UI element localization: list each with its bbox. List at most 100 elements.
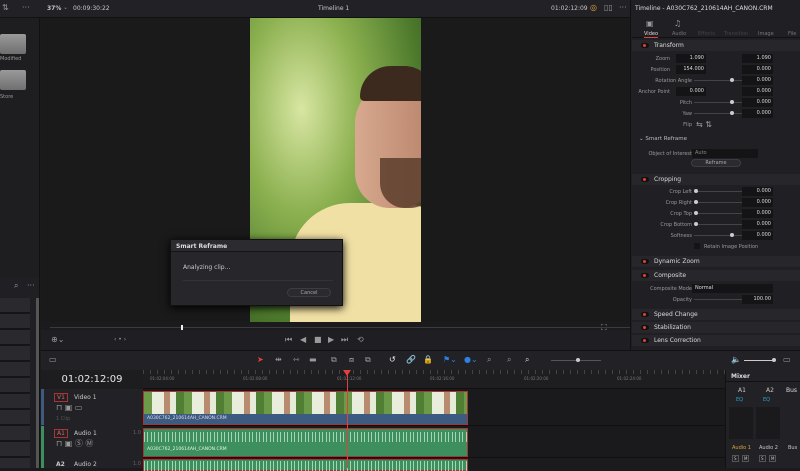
section-speed-change[interactable]: Speed Change: [632, 309, 800, 320]
lock-icon[interactable]: ⊓ ▣ ▭: [56, 403, 82, 413]
zoom-detail-icon[interactable]: ⌕: [507, 355, 511, 365]
transport-bar: ⊕⌄ ‹ • › ⏮ ◀ ■ ▶ ⏭ ⟲ ⛶: [41, 323, 630, 350]
section-stabilization[interactable]: Stabilization: [632, 322, 800, 333]
dynamic-trim-icon[interactable]: ⇿: [293, 355, 300, 365]
track-headers: V1 Video 1 ⊓ ▣ ▭ 1 Clip A1 Audio 1 1.0 ⊓…: [41, 389, 143, 468]
volume-slider[interactable]: [744, 358, 776, 362]
marker-icon[interactable]: ●⌄: [464, 355, 478, 365]
audio-clip[interactable]: [143, 459, 468, 471]
retain-checkbox[interactable]: [694, 243, 700, 249]
scrollbar[interactable]: [36, 298, 39, 468]
eq-button[interactable]: EQ: [736, 397, 743, 403]
track-name[interactable]: Audio 2: [74, 461, 97, 468]
insert-clip-icon[interactable]: ⧉: [331, 355, 337, 365]
more-icon[interactable]: ···: [619, 3, 627, 13]
inspector-tabs: Video Audio Effects Transition Image Fil…: [632, 18, 800, 38]
link-icon[interactable]: 🔗: [406, 355, 416, 365]
loop-icon[interactable]: ⟲: [357, 335, 364, 345]
reframe-button[interactable]: Reframe: [691, 159, 741, 167]
meter-icon[interactable]: ▭: [783, 355, 791, 365]
trim-tool-icon[interactable]: ⇹: [275, 355, 282, 365]
overwrite-clip-icon[interactable]: ⧈: [349, 355, 354, 365]
mute-icon[interactable]: 🔈: [731, 355, 741, 365]
ruler-tick: 01:02:24:00: [617, 376, 642, 381]
flip-icons[interactable]: ⇆ ⇅: [696, 120, 712, 130]
object-dropdown[interactable]: Auto: [692, 149, 758, 158]
track-id[interactable]: A1: [54, 429, 68, 438]
skip-start-icon[interactable]: ⏮: [285, 335, 292, 345]
retain-row[interactable]: Retain Image Position: [632, 242, 800, 252]
solo-button[interactable]: S: [759, 455, 766, 462]
solo-button[interactable]: S: [732, 455, 739, 462]
target-icon[interactable]: ⊕⌄: [51, 335, 64, 345]
audio-icon[interactable]: ♫: [674, 19, 681, 29]
sort-icon[interactable]: ⇅: [2, 3, 9, 13]
zoom-row: Zoom 1.090 1.090: [655, 54, 773, 63]
more-icon[interactable]: ···: [27, 281, 35, 291]
pan-control[interactable]: [756, 407, 780, 439]
timeline-name[interactable]: Timeline 1: [318, 5, 349, 12]
play-reverse-icon[interactable]: ◀: [300, 335, 306, 345]
mute-button[interactable]: M: [742, 455, 750, 462]
skip-end-icon[interactable]: ⏭: [341, 335, 348, 345]
play-icon[interactable]: ▶: [328, 335, 334, 345]
section-lens-correction[interactable]: Lens Correction: [632, 335, 800, 346]
smart-reframe-dialog: Smart Reframe Analyzing clip... Cancel: [170, 239, 343, 306]
select-tool-icon[interactable]: ➤: [257, 355, 264, 365]
smart-reframe-header[interactable]: ⌄ Smart Reframe: [632, 135, 800, 145]
dual-view-icon[interactable]: ▯▯: [604, 3, 613, 13]
channel-label: A1: [738, 387, 746, 394]
chevron-down-icon[interactable]: ⌄: [63, 4, 68, 11]
folder-label[interactable]: Store: [0, 94, 13, 100]
lock-icon[interactable]: 🔒: [423, 355, 433, 365]
blade-tool-icon[interactable]: ▬: [309, 355, 317, 365]
tab-effects[interactable]: Effects: [698, 31, 715, 37]
video-clip[interactable]: A030C762_210614AH_CANON.CRM: [143, 391, 468, 425]
track-id[interactable]: V1: [54, 393, 68, 402]
scrubber[interactable]: [50, 327, 630, 328]
tab-file[interactable]: File: [788, 31, 796, 37]
playhead-handle[interactable]: [343, 370, 351, 376]
tab-image[interactable]: Image: [758, 31, 774, 37]
replace-clip-icon[interactable]: ⧉: [365, 355, 371, 365]
zoom-custom-icon[interactable]: ⌕: [525, 355, 529, 365]
section-dynamic-zoom[interactable]: Dynamic Zoom: [632, 256, 800, 267]
stop-icon[interactable]: ■: [314, 335, 322, 345]
tab-video[interactable]: Video: [644, 31, 659, 38]
section-cropping[interactable]: Cropping: [632, 174, 800, 185]
zoom-full-icon[interactable]: ⌕: [487, 355, 491, 365]
layout-icon[interactable]: ▭: [49, 355, 57, 365]
ruler-tick: 01:02:08:00: [243, 376, 268, 381]
flag-icon[interactable]: ⚑⌄: [443, 355, 457, 365]
cancel-button[interactable]: Cancel: [287, 288, 331, 297]
folder-icon[interactable]: [0, 70, 26, 90]
eq-button[interactable]: EQ: [763, 397, 770, 403]
section-composite[interactable]: Composite: [632, 270, 800, 281]
bin-rows[interactable]: [0, 298, 30, 468]
search-icon[interactable]: ⌕: [14, 281, 18, 291]
folder-icon[interactable]: [0, 34, 26, 54]
solo-mute-icons[interactable]: ⊓ ▣ Ⓢ Ⓜ: [56, 439, 93, 449]
snapping-icon[interactable]: ↺: [389, 355, 396, 365]
folder-label[interactable]: Modified: [0, 56, 21, 62]
fullscreen-icon[interactable]: ⛶: [601, 323, 607, 333]
zoom-level[interactable]: 37%: [47, 5, 61, 12]
progress-bar: [183, 280, 333, 281]
zoom-slider[interactable]: [551, 358, 601, 362]
track-name[interactable]: Video 1: [74, 394, 97, 401]
pan-control[interactable]: [729, 407, 753, 439]
crop-left-row: Crop Left 0.000: [669, 187, 773, 196]
video-icon[interactable]: ▣: [646, 19, 654, 29]
color-wheel-icon[interactable]: ◎: [590, 3, 597, 13]
jog-control[interactable]: ‹ • ›: [114, 335, 126, 345]
tab-audio[interactable]: Audio: [672, 31, 686, 37]
audio-clip[interactable]: A030C762_210614AH_CANON.CRM: [143, 428, 468, 457]
mute-button[interactable]: M: [769, 455, 777, 462]
more-icon[interactable]: ···: [22, 3, 30, 13]
track-id[interactable]: A2: [56, 461, 65, 468]
section-transform[interactable]: Transform: [632, 40, 800, 51]
playhead[interactable]: [347, 372, 348, 468]
tab-transition[interactable]: Transition: [724, 31, 748, 37]
track-name[interactable]: Audio 1: [74, 430, 97, 437]
composite-mode-dropdown[interactable]: Normal: [692, 284, 773, 293]
